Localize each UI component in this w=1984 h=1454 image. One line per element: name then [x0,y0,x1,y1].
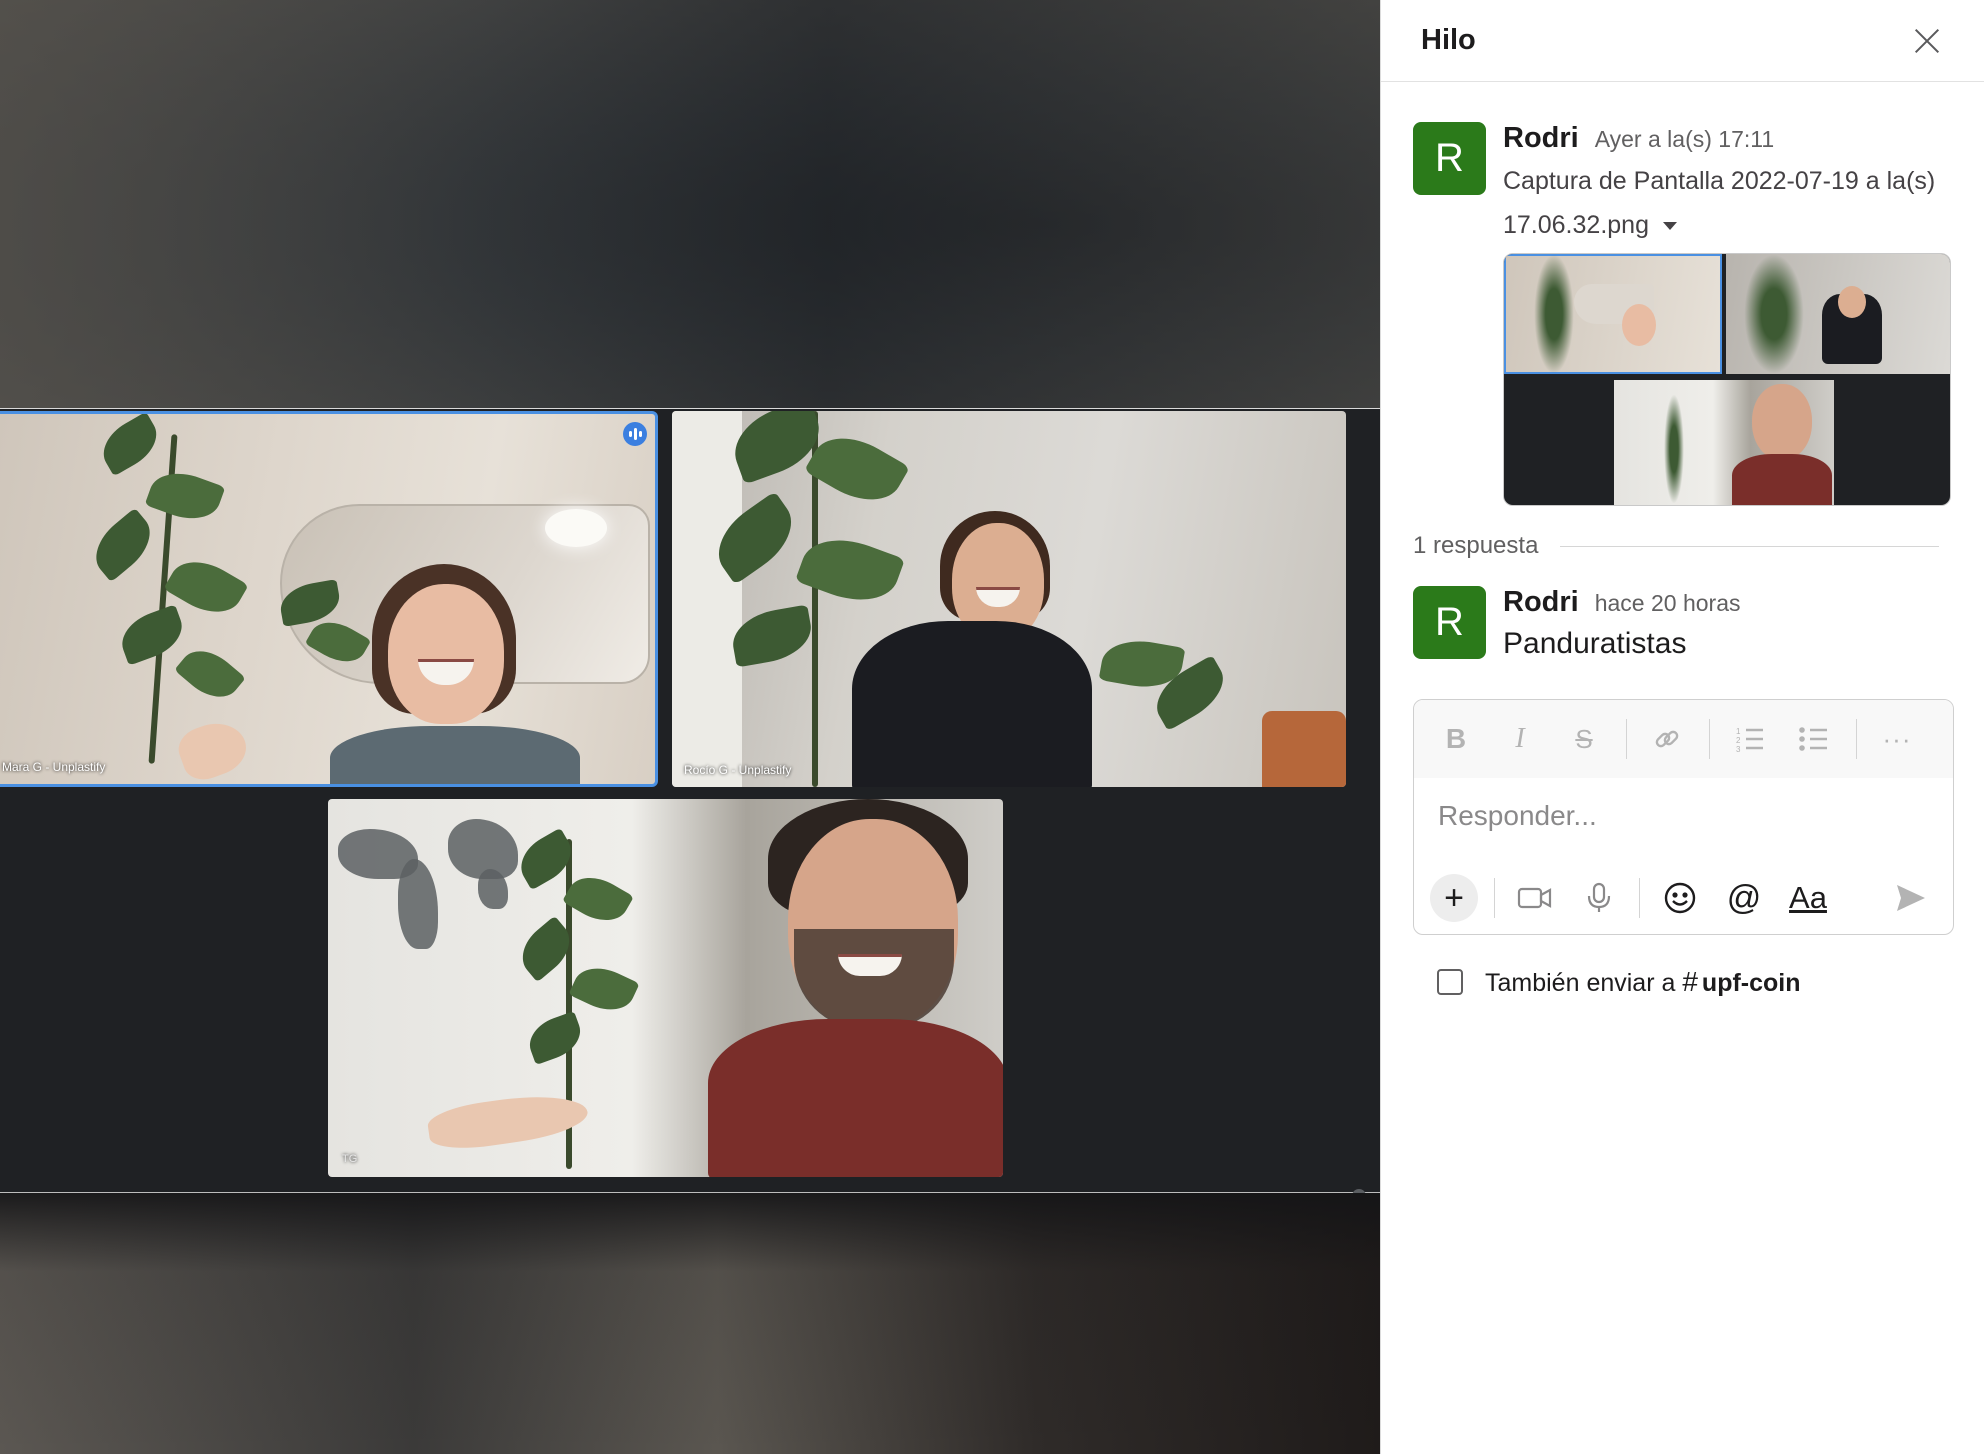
also-send-to-channel[interactable]: También enviar a # upf-coin [1437,966,1801,998]
thread-header: Hilo [1381,0,1984,82]
link-icon[interactable] [1645,717,1689,761]
svg-text:2: 2 [1736,736,1741,745]
message-timestamp[interactable]: Ayer a la(s) 17:11 [1595,126,1774,153]
toolbar-separator [1639,878,1640,918]
channel-name[interactable]: # upf-coin [1682,966,1801,997]
participant-name-tag: Rocío G - Unplastify [684,763,792,777]
bold-icon[interactable]: B [1434,717,1478,761]
close-icon[interactable] [1910,24,1944,58]
also-send-text: También enviar a [1485,969,1676,997]
screenshot-image: Mara G - Unplastify Rocío G - Unplastify [0,408,1380,1203]
reply-input-area[interactable] [1414,778,1953,862]
mention-icon[interactable]: @ [1720,874,1768,922]
reply-count: 1 respuesta [1413,532,1539,559]
message-author[interactable]: Rodri [1503,586,1579,619]
strikethrough-icon[interactable]: S [1562,717,1606,761]
composer-toolbar: + @ Aa [1414,862,1953,934]
message-timestamp[interactable]: hace 20 horas [1595,590,1741,617]
microphone-icon[interactable] [1575,874,1623,922]
text-format-icon[interactable]: Aa [1784,874,1832,922]
toolbar-separator [1856,719,1857,759]
video-tile-rocio: Rocío G - Unplastify [672,411,1346,787]
hash-icon: # [1682,966,1698,997]
avatar[interactable]: R [1413,586,1486,659]
participant-name-tag: Mara G - Unplastify [2,760,106,774]
replies-divider: 1 respuesta [1413,532,1939,560]
active-speaker-icon [623,422,647,446]
plus-icon[interactable]: + [1430,874,1478,922]
message-text: Panduratistas [1503,627,1687,660]
svg-text:1: 1 [1736,727,1741,736]
divider [1560,545,1939,547]
more-icon[interactable]: ··· [1875,717,1919,761]
blurred-backdrop-bottom [0,1193,1380,1454]
parent-message[interactable]: R Rodri Ayer a la(s) 17:11 Captura de Pa… [1413,122,1953,506]
bulleted-list-icon[interactable] [1792,717,1836,761]
emoji-icon[interactable] [1656,874,1704,922]
blurred-backdrop-top [0,0,1380,408]
reply-input[interactable] [1438,800,1928,832]
svg-text:3: 3 [1736,745,1741,753]
toolbar-separator [1494,878,1495,918]
image-viewer: Mara G - Unplastify Rocío G - Unplastify [0,0,1380,1454]
lamp [545,509,607,547]
also-send-label: También enviar a # upf-coin [1485,966,1801,998]
video-camera-icon[interactable] [1511,874,1559,922]
reply-message[interactable]: R Rodri hace 20 horas Panduratistas [1413,586,1741,661]
toolbar-separator [1626,719,1627,759]
formatting-toolbar: B I S 123 ··· [1414,700,1953,778]
thread-panel: Hilo R Rodri Ayer a la(s) 17:11 Captura … [1380,0,1984,1454]
file-title[interactable]: Captura de Pantalla 2022-07-19 a la(s) 1… [1503,159,1953,247]
ordered-list-icon[interactable]: 123 [1728,717,1772,761]
avatar[interactable]: R [1413,122,1486,195]
italic-icon[interactable]: I [1498,717,1542,761]
send-icon[interactable] [1887,874,1935,922]
file-name-text: Captura de Pantalla 2022-07-19 a la(s) 1… [1503,167,1936,239]
thread-title: Hilo [1421,24,1476,56]
video-tile-mara: Mara G - Unplastify [0,411,658,787]
message-author[interactable]: Rodri [1503,122,1579,155]
participant-name-tag: TG [342,1153,358,1165]
image-thumbnail[interactable] [1503,253,1951,506]
channel-name-text: upf-coin [1701,969,1801,997]
toolbar-separator [1709,719,1710,759]
caret-down-icon[interactable] [1662,222,1677,231]
also-send-checkbox[interactable] [1437,969,1463,995]
reply-composer: B I S 123 ··· + [1413,699,1954,935]
video-tile-tg: TG [328,799,1003,1177]
